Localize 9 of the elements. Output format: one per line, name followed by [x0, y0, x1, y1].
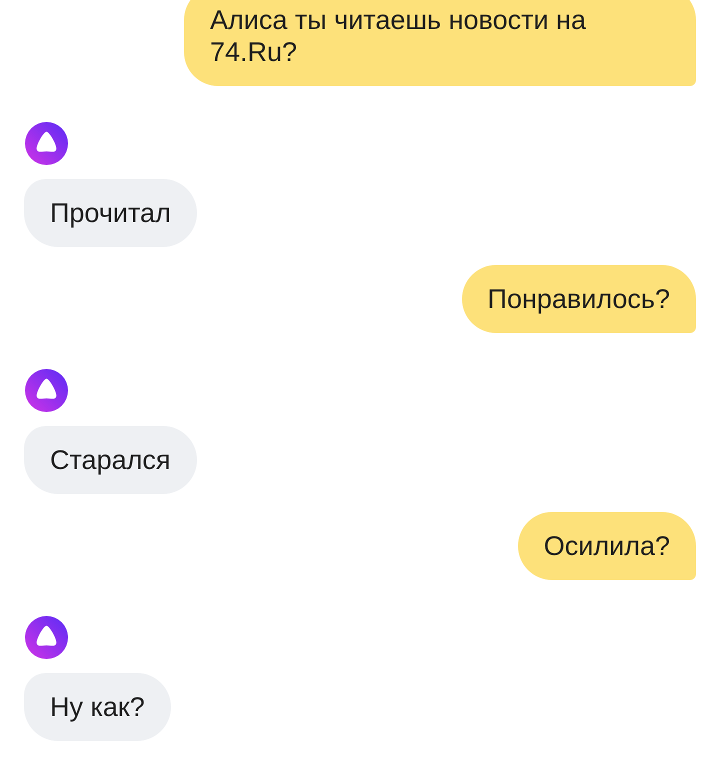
assistant-message: Ну как? [24, 673, 171, 741]
user-message: Осилила? [518, 512, 696, 580]
assistant-message: Старался [24, 426, 196, 494]
assistant-avatar-icon [25, 369, 68, 412]
user-message: Понравилось? [462, 265, 696, 333]
assistant-message: Прочитал [24, 179, 197, 247]
assistant-avatar-icon [25, 122, 68, 165]
user-message: Алиса ты читаешь новости на 74.Ru? [184, 0, 696, 86]
assistant-avatar-icon [25, 616, 68, 659]
